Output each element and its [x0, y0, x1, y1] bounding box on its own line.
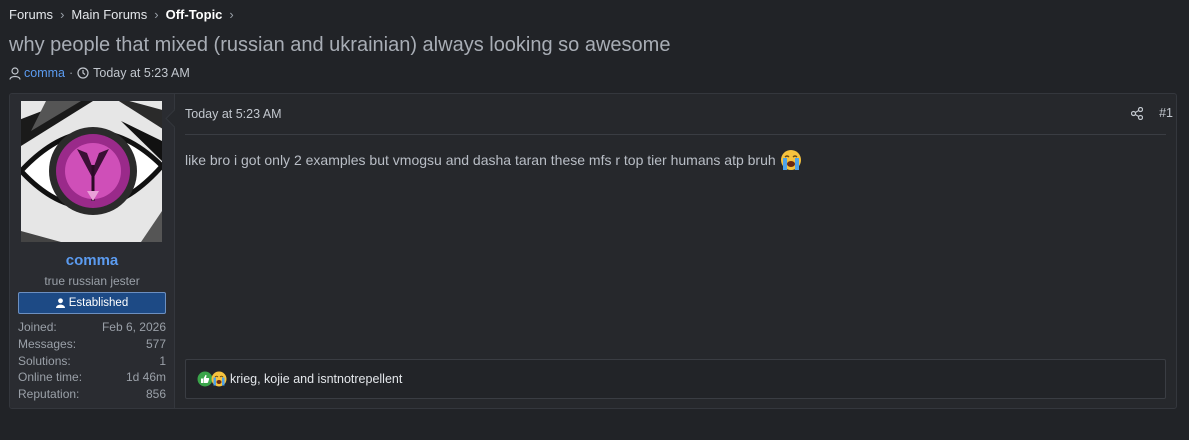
- stat-row: Online time: 1d 46m: [18, 369, 166, 386]
- stat-row: Reputation: 856: [18, 386, 166, 403]
- reactions-bar[interactable]: krieg, kojie and isntnotrepellent: [185, 359, 1166, 399]
- stat-label: Reputation:: [18, 387, 80, 402]
- stat-value: 1d 46m: [125, 370, 166, 385]
- thread-title: why people that mixed (russian and ukrai…: [9, 34, 671, 56]
- crying-face-icon: [211, 371, 227, 387]
- stat-value[interactable]: 577: [146, 336, 166, 353]
- post-number[interactable]: #1: [1159, 106, 1173, 120]
- stat-label: Solutions:: [18, 353, 71, 368]
- stat-value: Feb 6, 2026: [101, 320, 166, 334]
- post-username[interactable]: comma: [10, 252, 174, 269]
- reaction-icons: [197, 371, 227, 387]
- breadcrumb: Forums › Main Forums › Off-Topic ›: [9, 7, 241, 22]
- breadcrumb-main-forums[interactable]: Main Forums: [71, 7, 147, 22]
- stat-row: Joined: Feb 6, 2026: [18, 319, 166, 336]
- clock-icon: [77, 67, 89, 79]
- post-body: like bro i got only 2 examples but vmogs…: [185, 149, 802, 171]
- chevron-right-icon: ›: [154, 7, 159, 22]
- chevron-right-icon: ›: [60, 7, 65, 22]
- stat-row: Solutions: 1: [18, 353, 166, 370]
- user-icon: [9, 66, 21, 80]
- chevron-right-icon: ›: [229, 7, 234, 22]
- user-icon: [55, 298, 69, 308]
- share-icon[interactable]: [1131, 106, 1144, 120]
- reaction-users[interactable]: krieg, kojie and isntnotrepellent: [230, 372, 402, 386]
- user-banner: Established: [18, 292, 166, 314]
- post-actions: #1: [1131, 106, 1173, 120]
- user-banner-label: Established: [68, 297, 129, 309]
- post: comma true russian jester Established Jo…: [9, 93, 1177, 409]
- meta-separator: ·: [68, 66, 74, 80]
- avatar[interactable]: [21, 101, 162, 242]
- breadcrumb-off-topic[interactable]: Off-Topic: [166, 7, 223, 22]
- stat-label: Messages:: [18, 336, 77, 351]
- stat-value: 856: [145, 387, 166, 402]
- stat-row: Messages: 577: [18, 336, 166, 353]
- post-body-text: like bro i got only 2 examples but vmogs…: [185, 152, 776, 168]
- post-user-cell: comma true russian jester Established Jo…: [10, 94, 175, 408]
- post-main-cell: Today at 5:23 AM #1 like bro i got only …: [175, 94, 1176, 408]
- post-date[interactable]: Today at 5:23 AM: [185, 107, 282, 121]
- thread-meta: comma · Today at 5:23 AM: [9, 66, 190, 80]
- user-title: true russian jester: [44, 274, 140, 288]
- thread-date[interactable]: Today at 5:23 AM: [93, 66, 190, 80]
- divider: [185, 134, 1166, 135]
- breadcrumb-forums[interactable]: Forums: [9, 7, 53, 22]
- loudly-crying-face-icon: [780, 149, 802, 171]
- thread-author-link[interactable]: comma: [24, 66, 65, 80]
- stat-value: 1: [159, 353, 166, 368]
- stat-label: Online time:: [18, 370, 83, 385]
- user-stats: Joined: Feb 6, 2026 Messages: 577 Soluti…: [18, 319, 166, 403]
- stat-label: Joined:: [18, 320, 57, 334]
